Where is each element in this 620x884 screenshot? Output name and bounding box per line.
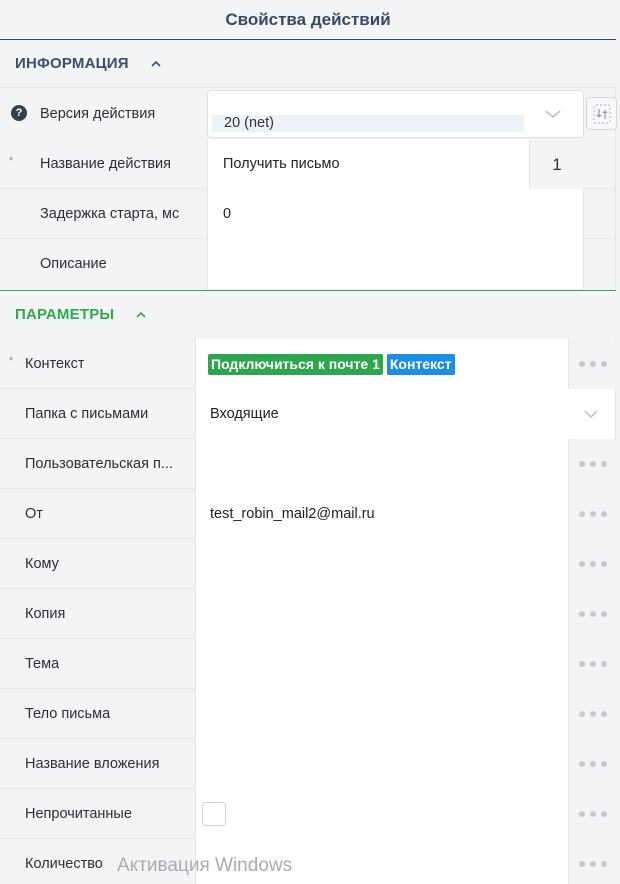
more-options-icon[interactable] (569, 339, 616, 389)
required-marker: * (9, 155, 14, 167)
action-name-input[interactable]: Получить письмо (207, 139, 530, 189)
custom-folder-row: Пользовательская п... (0, 439, 616, 489)
description-row: Описание (0, 239, 616, 289)
from-input[interactable]: test_robin_mail2@mail.ru (195, 489, 569, 539)
more-options-icon[interactable] (569, 789, 616, 839)
version-label: Версия действия (40, 106, 156, 122)
unread-field (195, 789, 569, 839)
context-row: * Контекст Подключиться к почте 1 Контек… (0, 339, 616, 389)
params-section-header[interactable]: ПАРАМЕТРЫ (0, 290, 616, 338)
custom-folder-label: Пользовательская п... (25, 456, 173, 472)
subject-label: Тема (25, 656, 60, 672)
to-label: Кому (25, 556, 59, 572)
chevron-down-icon[interactable] (583, 408, 599, 420)
attachment-row: Название вложения (0, 739, 616, 789)
more-options-icon[interactable] (569, 539, 616, 589)
to-input[interactable] (195, 539, 569, 589)
from-label: От (25, 506, 43, 522)
info-section-title: ИНФОРМАЦИЯ (15, 55, 129, 72)
folder-value: Входящие (210, 406, 279, 422)
context-chip-action[interactable]: Подключиться к почте 1 (208, 353, 383, 375)
description-label: Описание (40, 256, 107, 272)
version-select[interactable]: 20 (net) (207, 90, 584, 138)
to-row: Кому (0, 539, 616, 589)
body-row: Тело письма (0, 689, 616, 739)
params-section-title: ПАРАМЕТРЫ (15, 306, 115, 323)
chevron-up-icon[interactable] (134, 308, 148, 322)
context-label: Контекст (25, 356, 85, 372)
more-options-icon[interactable] (569, 489, 616, 539)
attachment-input[interactable] (195, 739, 569, 789)
chevron-down-icon[interactable] (543, 107, 563, 121)
help-icon[interactable]: ? (11, 105, 27, 121)
more-options-icon[interactable] (569, 439, 616, 489)
start-delay-row: Задержка старта, мс 0 (0, 189, 616, 239)
cc-input[interactable] (195, 589, 569, 639)
subject-row: Тема (0, 639, 616, 689)
more-options-icon[interactable] (569, 839, 616, 884)
version-value: 20 (net) (212, 115, 524, 132)
body-label: Тело письма (25, 706, 111, 722)
branch-icon (592, 103, 611, 124)
branch-icon-button[interactable] (586, 97, 617, 130)
description-input[interactable] (207, 239, 584, 289)
custom-folder-input[interactable] (195, 439, 569, 489)
more-options-icon[interactable] (569, 739, 616, 789)
unread-checkbox[interactable] (202, 802, 226, 826)
from-row: От test_robin_mail2@mail.ru (0, 489, 616, 539)
action-name-label: Название действия (40, 156, 171, 172)
more-options-icon[interactable] (569, 589, 616, 639)
action-name-row: * Название действия Получить письмо (0, 139, 616, 189)
panel-title-bar: Свойства действий (0, 0, 616, 40)
folder-label: Папка с письмами (25, 406, 149, 422)
required-marker: * (9, 355, 14, 367)
panel-title: Свойства действий (225, 9, 391, 29)
info-section-header[interactable]: ИНФОРМАЦИЯ (0, 40, 616, 88)
context-chip-variable[interactable]: Контекст (386, 353, 455, 375)
attachment-label: Название вложения (25, 756, 160, 772)
count-label: Количество (25, 856, 103, 872)
more-options-icon[interactable] (569, 689, 616, 739)
chevron-up-icon[interactable] (149, 57, 163, 71)
start-delay-input[interactable]: 0 (207, 189, 584, 239)
action-name-counter: 1 (530, 140, 584, 189)
more-options-icon[interactable] (569, 639, 616, 689)
count-row: Количество (0, 839, 616, 884)
subject-input[interactable] (195, 639, 569, 689)
body-input[interactable] (195, 689, 569, 739)
unread-row: Непрочитанные (0, 789, 616, 839)
cc-row: Копия (0, 589, 616, 639)
properties-panel: Свойства действий ИНФОРМАЦИЯ ? Версия де… (0, 0, 617, 884)
folder-select[interactable]: Входящие (195, 389, 616, 439)
folder-row: Папка с письмами Входящие (0, 389, 616, 439)
windows-activation-watermark: Активация Windows (117, 855, 293, 876)
cc-label: Копия (25, 606, 66, 622)
unread-label: Непрочитанные (25, 806, 132, 822)
context-input[interactable]: Подключиться к почте 1 Контекст (195, 339, 569, 389)
start-delay-label: Задержка старта, мс (40, 206, 180, 222)
